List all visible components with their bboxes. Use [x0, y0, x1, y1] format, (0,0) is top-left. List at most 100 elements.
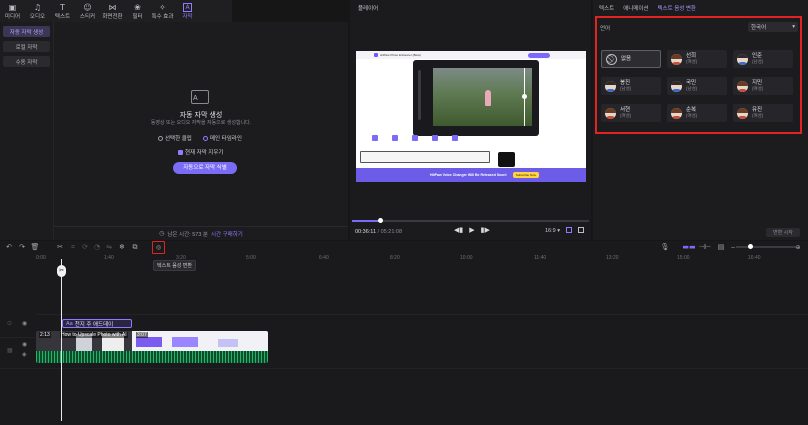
track-divider: [36, 314, 808, 315]
detach-icon[interactable]: ⧉: [130, 241, 140, 253]
clear-captions-checkbox[interactable]: 현재 자막 지우기: [178, 148, 223, 156]
split-icon[interactable]: ✂: [55, 241, 65, 253]
none-icon: ⃠: [606, 53, 617, 65]
female-avatar-icon: [671, 107, 682, 119]
voice-option-sunbok[interactable]: 순복 (여성): [667, 104, 727, 122]
freeze-icon[interactable]: ❄: [117, 241, 127, 253]
right-tabs: 텍스트 애니메이션 텍스트 음성 변환: [599, 4, 696, 12]
feature-icon: [432, 135, 438, 141]
rotate-icon[interactable]: ⟳: [80, 241, 90, 253]
delete-icon[interactable]: 🗑: [30, 241, 40, 253]
language-select[interactable]: 한국어 ▾: [748, 22, 798, 32]
fullscreen-icon[interactable]: [578, 227, 584, 233]
voice-option-injun[interactable]: 인준 (남성): [733, 50, 793, 68]
step-back-icon[interactable]: ◀▮: [454, 226, 463, 234]
option-main-timeline[interactable]: 메인 타임라인: [203, 134, 242, 142]
film-icon[interactable]: ▦: [7, 347, 13, 354]
site-nav-button: [528, 52, 550, 58]
text-clip-icon: Aa: [66, 320, 73, 327]
voice-option-jimin[interactable]: 지민 (여성): [733, 77, 793, 95]
checkbox-label: 현재 자막 지우기: [185, 150, 224, 156]
voice-option-gukmin[interactable]: 국민 (남성): [667, 77, 727, 95]
zoom-out-icon[interactable]: −: [730, 241, 736, 253]
voice-option-seonhui[interactable]: 선희 (여성): [667, 50, 727, 68]
time-current: 00:36:11: [355, 229, 377, 235]
toolbar-transition[interactable]: ⋈ 화면전환: [100, 0, 125, 22]
tab-text[interactable]: 텍스트: [599, 4, 614, 12]
aspect-ratio-select[interactable]: 16:9 ▾: [545, 228, 560, 234]
crop-icon[interactable]: ⌗: [68, 241, 78, 253]
audio-waveform-icon[interactable]: ▬▬: [682, 241, 696, 253]
microphone-icon[interactable]: 🎙: [660, 241, 670, 253]
sidebar-item-manual-caption[interactable]: 수동 자막: [3, 56, 50, 67]
voice-option-seohyeon[interactable]: 서현 (여성): [601, 104, 661, 122]
toolbar-sticker[interactable]: ☺ 스티커: [75, 0, 100, 22]
ruler-tick: 3:20: [176, 255, 186, 261]
undo-icon[interactable]: ↶: [4, 241, 14, 253]
toolbar-label: 스티커: [79, 13, 96, 20]
text-clip-label: 천지 주 애드데이: [74, 321, 114, 328]
video-clip-group[interactable]: 2:13 How to Upscale Photo with AI 3:07: [36, 331, 268, 363]
site-logo-icon: [374, 53, 378, 57]
snapshot-icon[interactable]: [566, 227, 572, 233]
mirror-icon[interactable]: ⇋: [104, 241, 114, 253]
speaker-icon[interactable]: ◈: [22, 351, 27, 358]
toolbar-media[interactable]: ▣ 미디어: [0, 0, 25, 22]
zoom-slider[interactable]: [736, 244, 796, 249]
tab-text-to-speech[interactable]: 텍스트 음성 변환: [658, 4, 696, 12]
toolbar-captions[interactable]: A 자막: [175, 0, 200, 22]
language-value: 한국어: [751, 25, 767, 31]
voice-option-bongjin[interactable]: 봉진 (남성): [601, 77, 661, 95]
step-forward-icon[interactable]: ▮▶: [481, 226, 490, 234]
filter-icon: ❀: [134, 2, 141, 12]
female-avatar-icon: [737, 80, 748, 92]
caption-icon-letter: A: [193, 95, 198, 102]
sidebar-item-local-caption[interactable]: 로컬 자막: [3, 41, 50, 52]
compare-handle[interactable]: [522, 94, 527, 99]
chevron-down-icon: ▾: [792, 24, 795, 30]
toolbar-audio[interactable]: ♫ 오디오: [25, 0, 50, 22]
lock-icon[interactable]: ⊙: [7, 320, 12, 327]
play-icon[interactable]: ▶: [469, 226, 474, 234]
snap-icon[interactable]: ⊣⊢: [699, 241, 711, 253]
tab-animation[interactable]: 애니메이션: [623, 4, 648, 12]
video-preview[interactable]: HitPaw Photo Enhancer (Beta) HitPaw Voic…: [356, 51, 586, 182]
toolbar-label: 오디오: [29, 13, 46, 20]
player-progress-handle[interactable]: [378, 218, 384, 223]
female-avatar-icon: [671, 53, 682, 65]
thumb-block: [172, 337, 198, 347]
toolbar-filter[interactable]: ❀ 필터: [125, 0, 150, 22]
toolbar-text[interactable]: T 텍스트: [50, 0, 75, 22]
speed-icon[interactable]: ◔: [92, 241, 102, 253]
player-progress-track[interactable]: [352, 218, 589, 223]
voice-option-yujin[interactable]: 유진 (여성): [733, 104, 793, 122]
start-auto-caption-button[interactable]: 자동으로 자막 식별: [173, 162, 237, 174]
ruler-tick: 8:20: [390, 255, 400, 261]
toolbar-effects[interactable]: ✧ 특수 효과: [150, 0, 175, 22]
playhead-handle[interactable]: ✂: [57, 265, 66, 277]
time-ruler: 0:00 1:40 3:20 5:00 6:40 8:20 10:00 11:4…: [36, 253, 808, 263]
banner-text: HitPaw Voice Changer Will Be Released So…: [430, 173, 507, 177]
selection-toolbar: [360, 151, 490, 163]
toolbar-label: 미디어: [4, 13, 21, 20]
text-icon: T: [60, 2, 65, 12]
voice-gender: (남성): [620, 86, 632, 91]
caption-mode-icon[interactable]: ▤: [716, 241, 726, 253]
convert-start-button[interactable]: 변환 시작: [766, 228, 800, 237]
eye-icon[interactable]: ◉: [22, 341, 27, 348]
ruler-tick: 0:00: [36, 255, 46, 261]
sidebar-item-auto-caption[interactable]: 자동 자막 생성: [3, 26, 50, 37]
right-panel: 텍스트 애니메이션 텍스트 음성 변환 언어 한국어 ▾ ⃠ 없음 선희(여성) …: [593, 0, 808, 240]
zoom-in-icon[interactable]: ⊕: [794, 241, 802, 253]
text-clip[interactable]: Aa 천지 주 애드데이: [62, 319, 132, 328]
voice-option-none[interactable]: ⃠ 없음: [601, 50, 661, 68]
eye-icon[interactable]: ◉: [22, 320, 27, 327]
zoom-handle[interactable]: [748, 244, 753, 249]
radio-unchecked-icon: [158, 135, 163, 141]
dark-thumbnail: [498, 152, 515, 167]
buy-time-link[interactable]: 시간 구매하기: [211, 230, 243, 238]
voice-gender: (남성): [752, 59, 764, 64]
option-label: 선택한 클립: [165, 136, 192, 142]
redo-icon[interactable]: ↷: [17, 241, 27, 253]
option-selected-clip[interactable]: 선택한 클립: [158, 134, 192, 142]
